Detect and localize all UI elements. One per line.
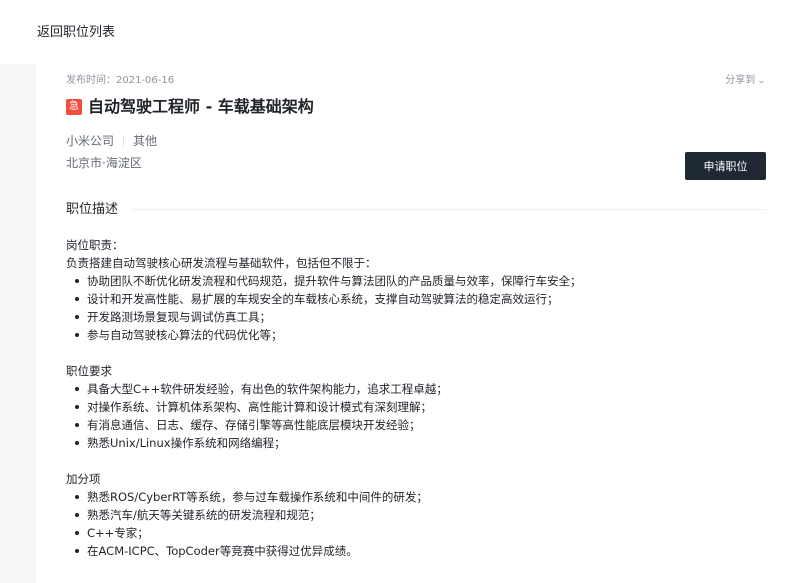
section-divider <box>133 209 766 210</box>
urgent-badge: 急 <box>66 99 82 115</box>
job-category: 其他 <box>133 134 158 148</box>
list-item: 具备大型C++软件研发经验，有出色的软件架构能力，追求工程卓越； <box>66 380 766 398</box>
apply-button[interactable]: 申请职位 <box>685 152 766 180</box>
bonus-heading: 加分项 <box>66 472 101 486</box>
job-description-content: 岗位职责： 负责搭建自动驾驶核心研发流程与基础软件，包括但不限于： 协助团队不断… <box>66 236 766 560</box>
company-name: 小米公司 <box>66 134 115 148</box>
duties-heading: 岗位职责： <box>66 238 124 252</box>
list-item: 协助团队不断优化研发流程和代码规范，提升软件与算法团队的产品质量与效率，保障行车… <box>66 272 766 290</box>
job-location: 北京市·海淀区 <box>66 156 142 170</box>
share-dropdown[interactable]: 分享到 ⌄ <box>725 74 767 88</box>
duties-intro: 负责搭建自动驾驶核心研发流程与基础软件，包括但不限于： <box>66 256 377 270</box>
list-item: 熟悉Unix/Linux操作系统和网络编程； <box>66 434 766 452</box>
list-item: 在ACM-ICPC、TopCoder等竞赛中获得过优异成绩。 <box>66 542 766 560</box>
requirements-list: 具备大型C++软件研发经验，有出色的软件架构能力，追求工程卓越； 对操作系统、计… <box>66 380 766 452</box>
list-item: 熟悉ROS/CyberRT等系统，参与过车载操作系统和中间件的研发； <box>66 488 766 506</box>
list-item: 有消息通信、日志、缓存、存储引擎等高性能底层模块开发经验； <box>66 416 766 434</box>
share-label: 分享到 <box>725 75 756 86</box>
job-meta: 小米公司 其他 <box>66 133 157 149</box>
requirements-heading: 职位要求 <box>66 364 112 378</box>
job-detail-card: 发布时间：2021-06-16 分享到 ⌄ 急 自动驾驶工程师 - 车载基础架构 … <box>36 64 800 583</box>
list-item: 开发路测场景复现与调试仿真工具； <box>66 308 766 326</box>
job-title: 自动驾驶工程师 - 车载基础架构 <box>88 97 314 116</box>
duties-list: 协助团队不断优化研发流程和代码规范，提升软件与算法团队的产品质量与效率，保障行车… <box>66 272 766 344</box>
list-item: 设计和开发高性能、易扩展的车规安全的车载核心系统，支撑自动驾驶算法的稳定高效运行… <box>66 290 766 308</box>
list-item: 参与自动驾驶核心算法的代码优化等； <box>66 326 766 344</box>
back-to-job-list-link[interactable]: 返回职位列表 <box>37 24 115 42</box>
list-item: 熟悉汽车/航天等关键系统的研发流程和规范； <box>66 506 766 524</box>
top-bar: 返回职位列表 <box>0 0 800 64</box>
bonus-list: 熟悉ROS/CyberRT等系统，参与过车载操作系统和中间件的研发； 熟悉汽车/… <box>66 488 766 560</box>
list-item: C++专家； <box>66 524 766 542</box>
job-title-row: 急 自动驾驶工程师 - 车载基础架构 <box>66 96 314 118</box>
publish-time: 发布时间：2021-06-16 <box>66 75 175 86</box>
meta-divider <box>123 135 125 147</box>
list-item: 对操作系统、计算机体系架构、高性能计算和设计模式有深刻理解； <box>66 398 766 416</box>
chevron-down-icon: ⌄ <box>757 76 767 85</box>
section-title-description: 职位描述 <box>66 202 119 217</box>
